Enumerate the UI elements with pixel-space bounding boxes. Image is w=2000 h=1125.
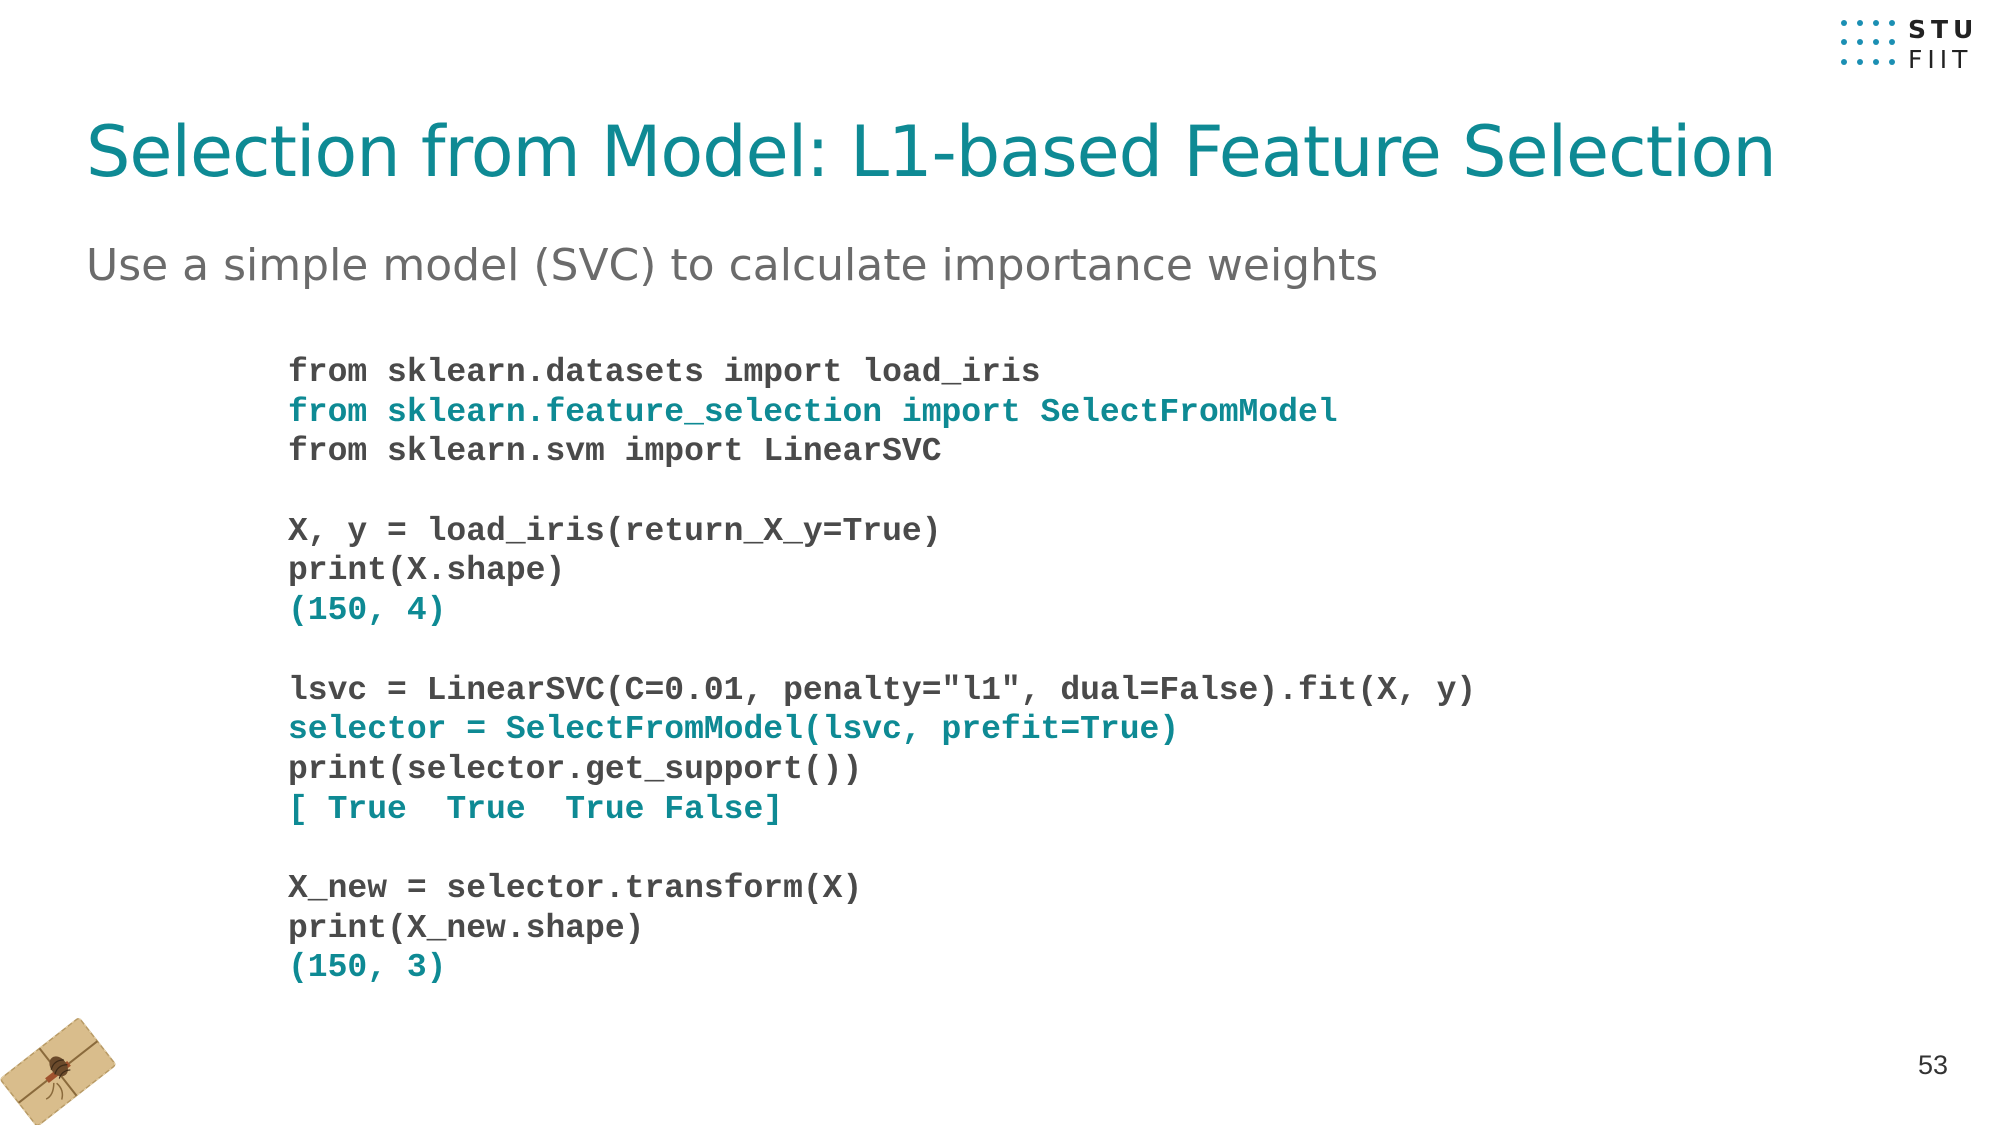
slide: STU FIIT Selection from Model: L1-based … <box>0 0 2000 1125</box>
slide-title: Selection from Model: L1-based Feature S… <box>86 111 1777 193</box>
code-line: (150, 3) <box>288 949 447 987</box>
code-line: print(X.shape) <box>288 552 566 590</box>
code-block: from sklearn.datasets import load_iris fr… <box>288 353 1476 988</box>
code-line: print(X_new.shape) <box>288 909 645 947</box>
code-line: [ True True True False] <box>288 790 784 828</box>
code-line: from sklearn.svm import LinearSVC <box>288 433 942 471</box>
code-line: X_new = selector.transform(X) <box>288 869 863 907</box>
code-line: print(selector.get_support()) <box>288 750 863 788</box>
logo-line2: FIIT <box>1908 45 1972 74</box>
dot-grid-icon: STU FIIT <box>1841 15 1978 74</box>
stu-fiit-logo: STU FIIT <box>1840 14 1990 78</box>
code-line: (150, 4) <box>288 592 447 630</box>
code-line: X, y = load_iris(return_X_y=True) <box>288 512 942 550</box>
gift-package-icon <box>0 1010 120 1125</box>
slide-subtitle: Use a simple model (SVC) to calculate im… <box>86 240 1379 291</box>
logo-line1: STU <box>1908 15 1978 44</box>
page-number: 53 <box>1918 1050 1949 1080</box>
code-line: selector = SelectFromModel(lsvc, prefit=… <box>288 711 1180 749</box>
code-line: from sklearn.datasets import load_iris <box>288 354 1041 391</box>
code-line: lsvc = LinearSVC(C=0.01, penalty="l1", d… <box>288 671 1477 709</box>
code-line: from sklearn.feature_selection import Se… <box>288 393 1338 431</box>
